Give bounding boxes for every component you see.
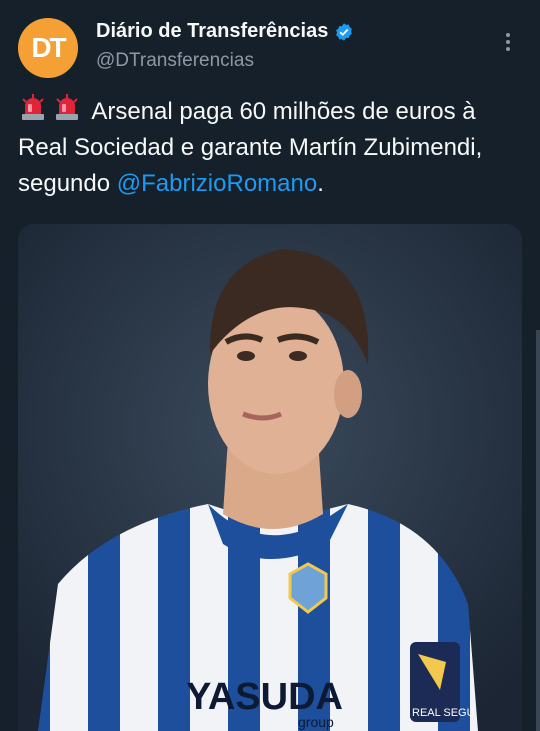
verified-badge-icon: [336, 22, 353, 41]
avatar[interactable]: DT: [18, 18, 78, 78]
more-options-icon[interactable]: [498, 30, 518, 58]
kit-sponsor-sub: group: [298, 714, 334, 730]
user-handle[interactable]: @DTransferencias: [96, 50, 254, 72]
player-photo: YASUDA group REAL SEGU: [18, 224, 522, 731]
sleeve-badge-text: REAL SEGU: [412, 707, 475, 719]
police-light-icon: [56, 94, 78, 120]
police-light-icon: [22, 94, 44, 120]
scrollbar[interactable]: [536, 330, 540, 731]
tweet-text: Arsenal paga 60 milhões de euros à Real …: [18, 92, 518, 202]
tweet-image[interactable]: YASUDA group REAL SEGU: [18, 224, 522, 731]
kit-sponsor-text: YASUDA: [186, 676, 343, 718]
display-name[interactable]: Diário de Transferências: [96, 20, 328, 43]
tweet-header: DT Diário de Transferências @DTransferen…: [0, 0, 540, 90]
tweet-end: .: [317, 170, 324, 197]
avatar-logo: DT: [31, 32, 66, 63]
name-row: Diário de Transferências: [96, 20, 354, 43]
mention-link[interactable]: @FabrizioRomano: [117, 170, 317, 197]
